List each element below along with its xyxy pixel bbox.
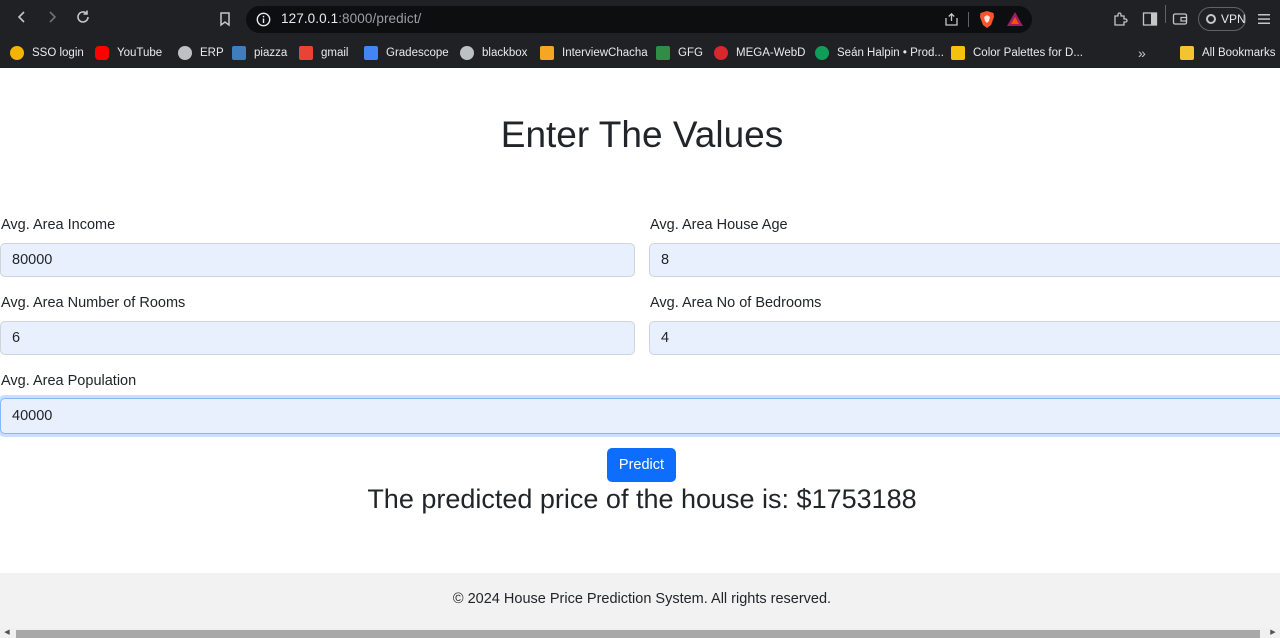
mega-icon <box>714 46 728 60</box>
browser-toolbar: 127.0.0.1:8000/predict/ VPN <box>0 0 1280 38</box>
page-title: Enter The Values <box>500 114 784 155</box>
population-label: Avg. Area Population <box>1 373 137 389</box>
rooms-label: Avg. Area Number of Rooms <box>1 295 186 311</box>
vpn-label: VPN <box>1221 12 1246 26</box>
piazza-icon <box>232 46 246 60</box>
bookmark-label: Color Palettes for D... <box>973 47 1083 59</box>
url-host: 127.0.0.1 <box>281 11 339 26</box>
bookmark-gmail[interactable]: gmail <box>299 43 348 63</box>
scroll-right-icon[interactable]: ▶ <box>1268 629 1278 637</box>
site-info-icon[interactable] <box>256 12 271 27</box>
bookmark-erp[interactable]: ERP <box>178 43 224 63</box>
income-label: Avg. Area Income <box>1 217 116 233</box>
footer: © 2024 House Price Prediction System. Al… <box>0 573 1280 628</box>
url-text[interactable]: 127.0.0.1:8000/predict/ <box>281 11 421 26</box>
sidebar-icon[interactable] <box>1142 11 1158 27</box>
bookmark-sso-login[interactable]: SSO login <box>10 43 84 63</box>
house-age-label: Avg. Area House Age <box>650 217 788 233</box>
address-bar-divider <box>968 12 969 27</box>
population-input[interactable] <box>0 398 1280 434</box>
wallet-icon[interactable] <box>1172 11 1188 27</box>
youtube-icon <box>95 46 109 60</box>
income-input[interactable] <box>0 243 635 277</box>
bookmark-piazza[interactable]: piazza <box>232 43 287 63</box>
bedrooms-label: Avg. Area No of Bedrooms <box>650 295 822 311</box>
all-bookmarks[interactable]: All Bookmarks <box>1180 43 1276 63</box>
bookmark-label: MEGA-WebD <box>736 47 806 59</box>
bookmarks-overflow-icon[interactable]: » <box>1138 45 1146 61</box>
prediction-result: The predicted price of the house is: $17… <box>367 484 917 514</box>
bookmark-label: gmail <box>321 47 349 59</box>
menu-icon[interactable] <box>1256 11 1272 27</box>
globe-icon <box>178 46 192 60</box>
reload-icon[interactable] <box>73 9 93 29</box>
gfg-icon <box>656 46 670 60</box>
extensions-icon[interactable] <box>1112 11 1128 27</box>
palette-icon <box>951 46 965 60</box>
brave-rewards-icon[interactable] <box>1006 11 1024 27</box>
browser-chrome: 127.0.0.1:8000/predict/ VPN SSO login Yo… <box>0 0 1280 68</box>
brave-shields-icon[interactable] <box>978 10 996 29</box>
folder-icon <box>1180 46 1194 60</box>
bookmark-label: Seán Halpin • Prod... <box>837 47 944 59</box>
vpn-status-icon <box>1206 14 1216 24</box>
bookmark-gradescope[interactable]: Gradescope <box>364 43 449 63</box>
footer-text: © 2024 House Price Prediction System. Al… <box>452 591 832 607</box>
bookmark-blackbox[interactable]: blackbox <box>460 43 527 63</box>
bookmark-label: piazza <box>254 47 288 59</box>
share-icon[interactable] <box>944 12 959 27</box>
bookmark-page-icon[interactable] <box>216 10 234 28</box>
bedrooms-input[interactable] <box>649 321 1280 355</box>
bookmarks-divider <box>1165 5 1166 23</box>
page-content: Enter The Values Avg. Area Income Avg. A… <box>0 68 1280 638</box>
bookmark-label: blackbox <box>482 47 528 59</box>
bookmark-interviewchacha[interactable]: InterviewChacha <box>540 43 648 63</box>
sso-icon <box>10 46 24 60</box>
vpn-button[interactable]: VPN <box>1198 7 1246 31</box>
bookmark-label: GFG <box>678 47 703 59</box>
gmail-icon <box>299 46 313 60</box>
bookmark-label: InterviewChacha <box>562 47 648 59</box>
bookmark-label: SSO login <box>32 47 84 59</box>
url-path: :8000/predict/ <box>338 11 422 26</box>
seanhalpin-icon <box>815 46 829 60</box>
bookmark-sean-halpin[interactable]: Seán Halpin • Prod... <box>815 43 944 63</box>
all-bookmarks-label: All Bookmarks <box>1202 47 1276 59</box>
bookmark-color-palettes[interactable]: Color Palettes for D... <box>951 43 1083 63</box>
address-bar[interactable]: 127.0.0.1:8000/predict/ <box>246 6 1032 33</box>
scrollbar-thumb[interactable] <box>16 630 1260 638</box>
back-icon[interactable] <box>12 9 32 29</box>
bookmark-gfg[interactable]: GFG <box>656 43 703 63</box>
bookmark-label: Gradescope <box>386 47 449 59</box>
interviewchacha-icon <box>540 46 554 60</box>
rooms-input[interactable] <box>0 321 635 355</box>
house-age-input[interactable] <box>649 243 1280 277</box>
bookmarks-bar: SSO login YouTube ERP piazza gmail Grade… <box>0 38 1280 68</box>
bookmark-label: ERP <box>200 47 224 59</box>
gradescope-icon <box>364 46 378 60</box>
forward-icon[interactable] <box>42 9 62 29</box>
horizontal-scrollbar[interactable]: ◀ ▶ <box>0 628 1280 638</box>
bookmark-youtube[interactable]: YouTube <box>95 43 162 63</box>
scroll-left-icon[interactable]: ◀ <box>2 629 12 637</box>
blackbox-icon <box>460 46 474 60</box>
predict-button[interactable]: Predict <box>607 448 676 482</box>
bookmark-mega-webd[interactable]: MEGA-WebD <box>714 43 805 63</box>
bookmark-label: YouTube <box>117 47 163 59</box>
